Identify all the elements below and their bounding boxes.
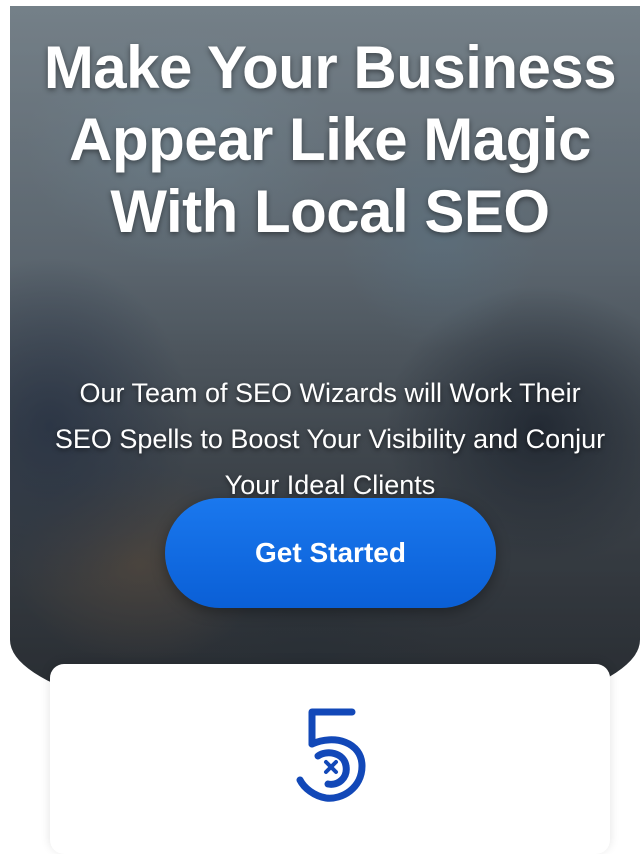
- hero-headline: Make Your Business Appear Like Magic Wit…: [43, 34, 617, 245]
- get-started-button[interactable]: Get Started: [165, 498, 496, 608]
- hero-subheadline: Our Team of SEO Wizards will Work Their …: [54, 378, 606, 500]
- hero-content: Make Your Business Appear Like Magic Wit…: [10, 6, 640, 726]
- hero-section: Make Your Business Appear Like Magic Wit…: [10, 6, 640, 726]
- logo-card: [50, 664, 610, 854]
- five-logo-icon: [296, 708, 366, 802]
